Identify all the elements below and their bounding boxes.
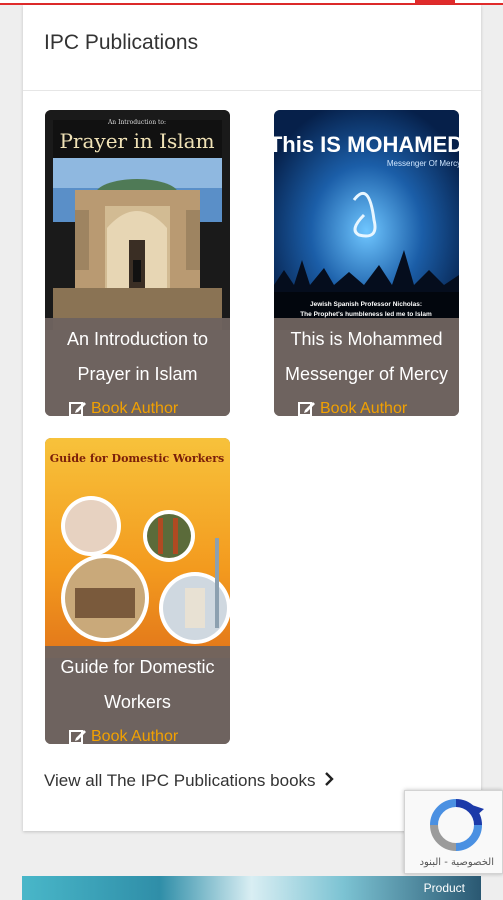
bottom-banner[interactable]: Product: [22, 876, 481, 900]
book-cover[interactable]: Guide for Domestic Workers: [45, 438, 230, 658]
cover-title: This IS MOHAMED: [274, 132, 459, 157]
book-author-link[interactable]: Book Author: [298, 400, 407, 416]
edit-icon: [69, 728, 91, 744]
book-title-line-1: An Introduction to: [66, 329, 209, 349]
banner-text: Product: [423, 881, 465, 895]
book-title-line-2: Messenger of Mercy: [284, 364, 449, 384]
book-title-line-2: Workers: [104, 692, 171, 712]
recaptcha-privacy-terms[interactable]: الخصوصية - البنود: [405, 857, 494, 868]
cover-footer-line-1: Jewish Spanish Professor Nicholas:: [310, 301, 422, 308]
chevron-right-icon: [324, 771, 334, 791]
book-card-this-is-mohammed[interactable]: This IS MOHAMED Messenger Of Mercy Jewis…: [274, 110, 459, 416]
book-cover[interactable]: This IS MOHAMED Messenger Of Mercy Jewis…: [274, 110, 459, 330]
recaptcha-icon: [430, 799, 484, 851]
cover-footer-line-2: The Prophet's humbleness led me to Islam: [300, 311, 432, 318]
book-card-prayer-in-islam[interactable]: An Introduction to: Prayer in Islam An I…: [45, 110, 230, 416]
edit-icon: [69, 400, 91, 416]
book-cover[interactable]: An Introduction to: Prayer in Islam: [45, 110, 230, 330]
book-title-line-1: This is Mohammed: [290, 329, 443, 349]
recaptcha-badge[interactable]: الخصوصية - البنود: [404, 790, 503, 874]
book-card-guide-for-domestic-workers[interactable]: Guide for Domestic Workers Guide for Dom…: [45, 438, 230, 744]
cover-title: Guide for Domestic Workers: [50, 452, 224, 465]
view-all-books-link[interactable]: View all The IPC Publications books: [44, 771, 334, 791]
cover-subtitle: An Introduction to:: [107, 119, 166, 126]
book-title-line-2: Prayer in Islam: [77, 364, 198, 384]
cover-subtitle: Messenger Of Mercy: [387, 159, 459, 168]
book-author-link[interactable]: Book Author: [69, 400, 178, 416]
divider: [23, 90, 481, 91]
cover-title: Prayer in Islam: [59, 129, 214, 153]
edit-icon: [298, 400, 320, 416]
book-title-line-1: Guide for Domestic: [60, 657, 215, 677]
book-author-link[interactable]: Book Author: [69, 728, 178, 744]
book-author-label: Book Author: [91, 400, 179, 416]
section-title: IPC Publications: [44, 31, 199, 54]
book-author-label: Book Author: [91, 728, 179, 744]
book-author-label: Book Author: [320, 400, 408, 416]
view-all-label: View all The IPC Publications books: [44, 771, 316, 790]
